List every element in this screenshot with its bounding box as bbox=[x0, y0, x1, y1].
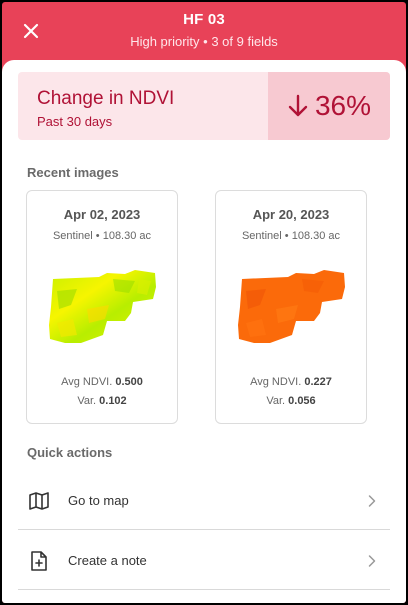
field-subtitle: High priority • 3 of 9 fields bbox=[130, 34, 278, 49]
image-date: Apr 20, 2023 bbox=[252, 207, 330, 222]
image-area: 108.30 ac bbox=[102, 230, 152, 242]
image-area: 108.30 ac bbox=[291, 230, 341, 242]
image-card[interactable]: Apr 02, 2023 Sentinel • 108.30 ac Avg ND… bbox=[26, 190, 178, 424]
field-header: HF 03 High priority • 3 of 9 fields bbox=[2, 2, 406, 60]
variance-value: 0.102 bbox=[99, 395, 127, 407]
variance-value: 0.056 bbox=[288, 395, 316, 407]
variance-label: Var. bbox=[266, 395, 286, 407]
avg-ndvi-value: 0.500 bbox=[115, 376, 143, 388]
image-date: Apr 02, 2023 bbox=[63, 207, 141, 222]
ndvi-change-badge: 36% bbox=[268, 72, 390, 140]
avg-ndvi-label: Avg NDVI. bbox=[61, 376, 113, 388]
note-add-icon bbox=[31, 551, 47, 571]
image-meta: Sentinel • 108.30 ac bbox=[52, 230, 152, 242]
image-source: Sentinel bbox=[241, 230, 282, 242]
chevron-right-icon bbox=[368, 555, 376, 567]
image-card[interactable]: Apr 20, 2023 Sentinel • 108.30 ac Avg ND… bbox=[215, 190, 367, 424]
ndvi-change-period: Past 30 days bbox=[37, 114, 113, 129]
image-source: Sentinel bbox=[52, 230, 93, 242]
avg-ndvi-value: 0.227 bbox=[304, 376, 332, 388]
quick-actions-heading: Quick actions bbox=[27, 445, 113, 460]
ndvi-field-map bbox=[49, 270, 156, 343]
field-title: HF 03 bbox=[183, 11, 225, 28]
ndvi-field-map bbox=[238, 270, 345, 343]
image-avg-ndvi: Avg NDVI. 0.227 bbox=[216, 376, 366, 388]
go-to-map-action[interactable]: Go to map bbox=[18, 472, 390, 530]
map-icon bbox=[29, 492, 49, 510]
detail-sheet: Change in NDVI Past 30 days 36% Recent i… bbox=[2, 60, 406, 603]
ndvi-change-value: 36% bbox=[314, 90, 372, 121]
create-note-label: Create a note bbox=[68, 553, 147, 568]
image-variance: Var. 0.102 bbox=[27, 395, 177, 407]
ndvi-change-card: Change in NDVI Past 30 days 36% bbox=[18, 72, 390, 140]
variance-label: Var. bbox=[77, 395, 97, 407]
recent-images-heading: Recent images bbox=[27, 165, 119, 180]
avg-ndvi-label: Avg NDVI. bbox=[250, 376, 302, 388]
image-avg-ndvi: Avg NDVI. 0.500 bbox=[27, 376, 177, 388]
ndvi-change-title: Change in NDVI bbox=[37, 88, 175, 109]
image-variance: Var. 0.056 bbox=[216, 395, 366, 407]
create-note-action[interactable]: Create a note bbox=[18, 532, 390, 590]
image-meta: Sentinel • 108.30 ac bbox=[241, 230, 341, 242]
chevron-right-icon bbox=[368, 495, 376, 507]
arrow-down-icon bbox=[288, 94, 308, 117]
go-to-map-label: Go to map bbox=[68, 493, 129, 508]
app-screen: HF 03 High priority • 3 of 9 fields Chan… bbox=[2, 2, 406, 603]
